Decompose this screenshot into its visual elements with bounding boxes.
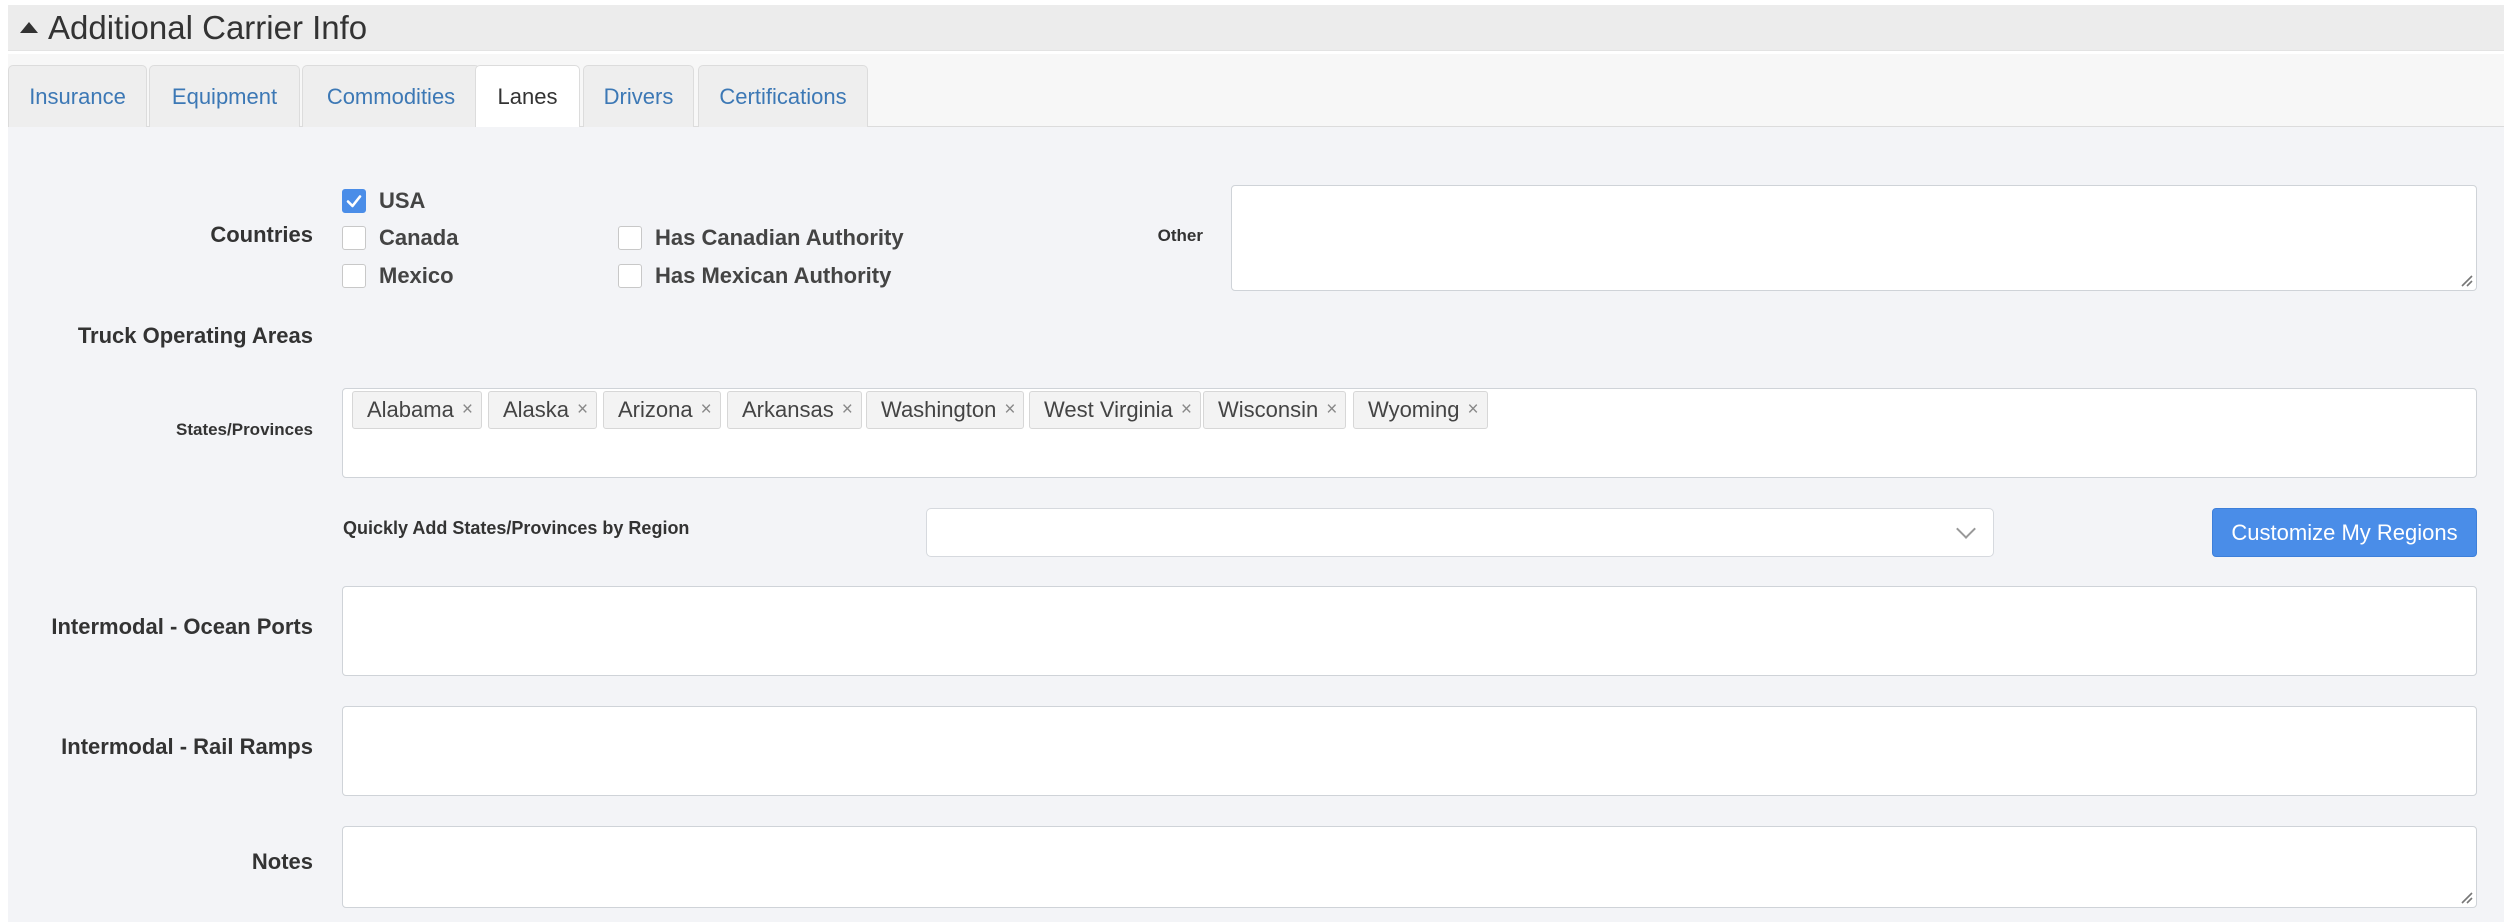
ocean-ports-input[interactable]: [342, 586, 2477, 676]
checkbox-usa[interactable]: [342, 189, 366, 213]
rail-ramps-input[interactable]: [342, 706, 2477, 796]
ocean-ports-label: Intermodal - Ocean Ports: [51, 614, 313, 639]
resize-grip-icon[interactable]: [2459, 890, 2473, 904]
remove-tag-icon[interactable]: ×: [1468, 399, 1479, 421]
tab-lanes[interactable]: Lanes: [475, 65, 580, 128]
state-tag-label: Alabama: [367, 397, 454, 422]
checkbox-mexican-authority-row[interactable]: Has Mexican Authority: [618, 263, 891, 289]
section-header[interactable]: Additional Carrier Info: [8, 5, 2504, 51]
checkbox-mexican-authority[interactable]: [618, 264, 642, 288]
state-tag: Arizona ×: [603, 391, 721, 429]
checkbox-canada[interactable]: [342, 226, 366, 250]
notes-label: Notes: [251, 849, 313, 874]
tab-bar: Insurance Equipment Commodities Lanes Dr…: [8, 54, 2504, 128]
state-tag-label: Wisconsin: [1218, 397, 1319, 422]
region-label: Quickly Add States/Provinces by Region: [343, 518, 690, 538]
remove-tag-icon[interactable]: ×: [1181, 399, 1192, 421]
state-tag-label: Arkansas: [742, 397, 834, 422]
state-tag-label: Wyoming: [1368, 397, 1460, 422]
tab-certifications[interactable]: Certifications: [698, 65, 868, 127]
caret-up-icon[interactable]: [20, 22, 38, 33]
other-textarea[interactable]: [1231, 185, 2477, 291]
countries-label: Countries: [210, 222, 313, 247]
remove-tag-icon[interactable]: ×: [577, 399, 588, 421]
state-tag: Alaska ×: [488, 391, 598, 429]
other-label: Other: [1157, 226, 1203, 245]
region-select[interactable]: [926, 508, 1994, 557]
checkbox-canadian-authority-row[interactable]: Has Canadian Authority: [618, 225, 904, 251]
section-title: Additional Carrier Info: [48, 8, 368, 46]
state-tag: Arkansas ×: [727, 391, 862, 429]
remove-tag-icon[interactable]: ×: [1326, 399, 1337, 421]
checkbox-mexico-label: Mexico: [379, 263, 454, 288]
state-tag-label: Arizona: [618, 397, 693, 422]
checkbox-canada-label: Canada: [379, 225, 459, 250]
state-tag-label: West Virginia: [1044, 397, 1173, 422]
checkbox-mexico[interactable]: [342, 264, 366, 288]
customize-regions-button[interactable]: Customize My Regions: [2212, 508, 2477, 557]
tab-insurance[interactable]: Insurance: [8, 65, 147, 127]
tab-equipment[interactable]: Equipment: [149, 65, 300, 127]
remove-tag-icon[interactable]: ×: [842, 399, 853, 421]
remove-tag-icon[interactable]: ×: [462, 399, 473, 421]
states-provinces-label: States/Provinces: [175, 420, 313, 439]
chevron-down-icon: [1956, 519, 1976, 539]
tab-drivers[interactable]: Drivers: [583, 65, 694, 127]
checkbox-canada-row[interactable]: Canada: [342, 225, 458, 251]
checkbox-usa-row[interactable]: USA: [342, 188, 425, 214]
state-tag-label: Washington: [881, 397, 997, 422]
tab-commodities[interactable]: Commodities: [302, 65, 480, 127]
truck-operating-areas-label: Truck Operating Areas: [77, 323, 313, 348]
resize-grip-icon[interactable]: [2459, 273, 2473, 287]
state-tag: Wyoming ×: [1353, 391, 1488, 429]
checkmark-icon: [346, 195, 362, 208]
rail-ramps-label: Intermodal - Rail Ramps: [61, 734, 313, 759]
notes-textarea[interactable]: [342, 826, 2477, 908]
state-tag: West Virginia ×: [1029, 391, 1201, 429]
checkbox-canadian-authority-label: Has Canadian Authority: [655, 225, 904, 250]
state-tag-label: Alaska: [503, 397, 570, 422]
checkbox-mexico-row[interactable]: Mexico: [342, 263, 454, 289]
remove-tag-icon[interactable]: ×: [1004, 399, 1015, 421]
state-tag: Alabama ×: [352, 391, 482, 429]
state-tag: Wisconsin ×: [1203, 391, 1347, 429]
checkbox-canadian-authority[interactable]: [618, 226, 642, 250]
remove-tag-icon[interactable]: ×: [701, 399, 712, 421]
checkbox-usa-label: USA: [379, 188, 426, 213]
state-tag: Washington ×: [866, 391, 1025, 429]
checkbox-mexican-authority-label: Has Mexican Authority: [655, 263, 892, 288]
